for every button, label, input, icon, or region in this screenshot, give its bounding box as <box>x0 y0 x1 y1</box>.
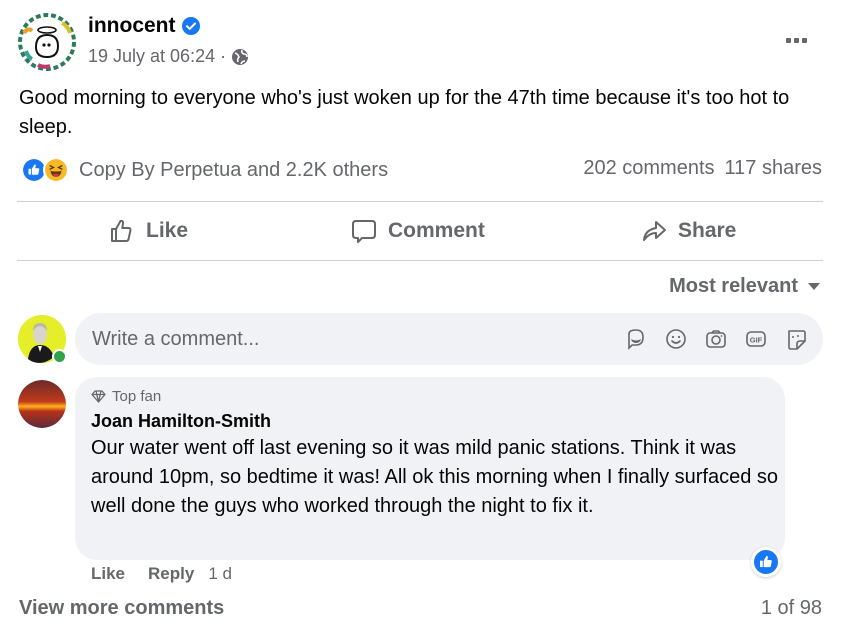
verified-badge-icon <box>181 17 200 35</box>
composer-tools: GIF <box>625 328 807 350</box>
reactions-text[interactable]: Copy By Perpetua and 2.2K others <box>79 159 388 182</box>
innocent-logo-icon <box>18 13 76 71</box>
caret-down-icon <box>808 283 820 290</box>
view-more-comments-link[interactable]: View more comments <box>19 597 224 620</box>
haha-reaction-icon <box>43 157 69 183</box>
like-reaction-icon <box>754 550 778 574</box>
share-icon <box>643 221 666 241</box>
comment-icon <box>352 220 376 243</box>
post-meta: 19 July at 06:24 · <box>88 46 249 67</box>
sticker-icon <box>788 330 806 350</box>
comment-actions: Like Reply 1 d <box>91 564 232 584</box>
page-name[interactable]: innocent <box>88 14 176 38</box>
more-dot-icon <box>793 37 799 43</box>
online-status-indicator <box>52 349 67 364</box>
globe-icon <box>232 48 249 65</box>
thumbs-up-icon <box>111 219 132 242</box>
post-stats: 202 comments 117 shares <box>583 157 822 180</box>
divider <box>17 201 823 202</box>
reactions-summary[interactable]: Copy By Perpetua and 2.2K others <box>21 157 388 183</box>
more-dot-icon <box>785 37 791 43</box>
comment-input[interactable] <box>92 327 625 351</box>
camera-icon <box>706 330 726 348</box>
diamond-icon <box>91 390 106 403</box>
commenter-name[interactable]: Joan Hamilton-Smith <box>91 411 271 432</box>
comment-sort-dropdown[interactable]: Most relevant <box>669 275 820 298</box>
comments-pager: 1 of 98 <box>760 597 822 619</box>
like-label: Like <box>146 219 189 242</box>
gif-button[interactable]: GIF <box>745 328 767 350</box>
avatar-sticker-button[interactable] <box>625 328 647 350</box>
more-dot-icon <box>801 37 807 43</box>
avatar-sticker-icon <box>628 329 644 350</box>
comment-composer[interactable]: GIF <box>75 313 823 365</box>
page-avatar[interactable] <box>18 13 76 71</box>
emoji-icon <box>666 329 686 349</box>
comment-text: Our water went off last evening so it wa… <box>91 437 779 517</box>
comment-reply-button[interactable]: Reply <box>148 564 194 584</box>
comment-label: Comment <box>388 219 485 242</box>
sunset-photo-icon <box>18 380 66 428</box>
post-text: Good morning to everyone who's just woke… <box>19 87 790 138</box>
share-label: Share <box>678 219 737 242</box>
comment-button[interactable]: Comment <box>350 212 485 250</box>
post-timestamp[interactable]: 19 July at 06:24 <box>88 46 215 67</box>
comment-reaction-badge[interactable] <box>751 547 781 577</box>
top-fan-label: Top fan <box>112 388 162 405</box>
share-button[interactable]: Share <box>640 212 736 250</box>
divider <box>17 260 823 261</box>
svg-text:GIF: GIF <box>750 336 763 345</box>
sticker-button[interactable] <box>785 328 807 350</box>
shares-count[interactable]: 117 shares <box>725 157 822 180</box>
meta-separator: · <box>220 46 227 66</box>
comment-age[interactable]: 1 d <box>208 564 232 584</box>
top-fan-badge: Top fan <box>91 388 161 405</box>
comment-like-button[interactable]: Like <box>91 564 125 584</box>
more-options-button[interactable] <box>778 28 814 52</box>
sort-label: Most relevant <box>669 275 798 297</box>
commenter-avatar[interactable] <box>18 380 66 428</box>
like-button[interactable]: Like <box>108 212 188 250</box>
emoji-button[interactable] <box>665 328 687 350</box>
comments-count[interactable]: 202 comments <box>583 157 714 180</box>
camera-button[interactable] <box>705 328 727 350</box>
gif-icon: GIF <box>746 331 766 347</box>
page-name-row: innocent <box>88 14 200 38</box>
